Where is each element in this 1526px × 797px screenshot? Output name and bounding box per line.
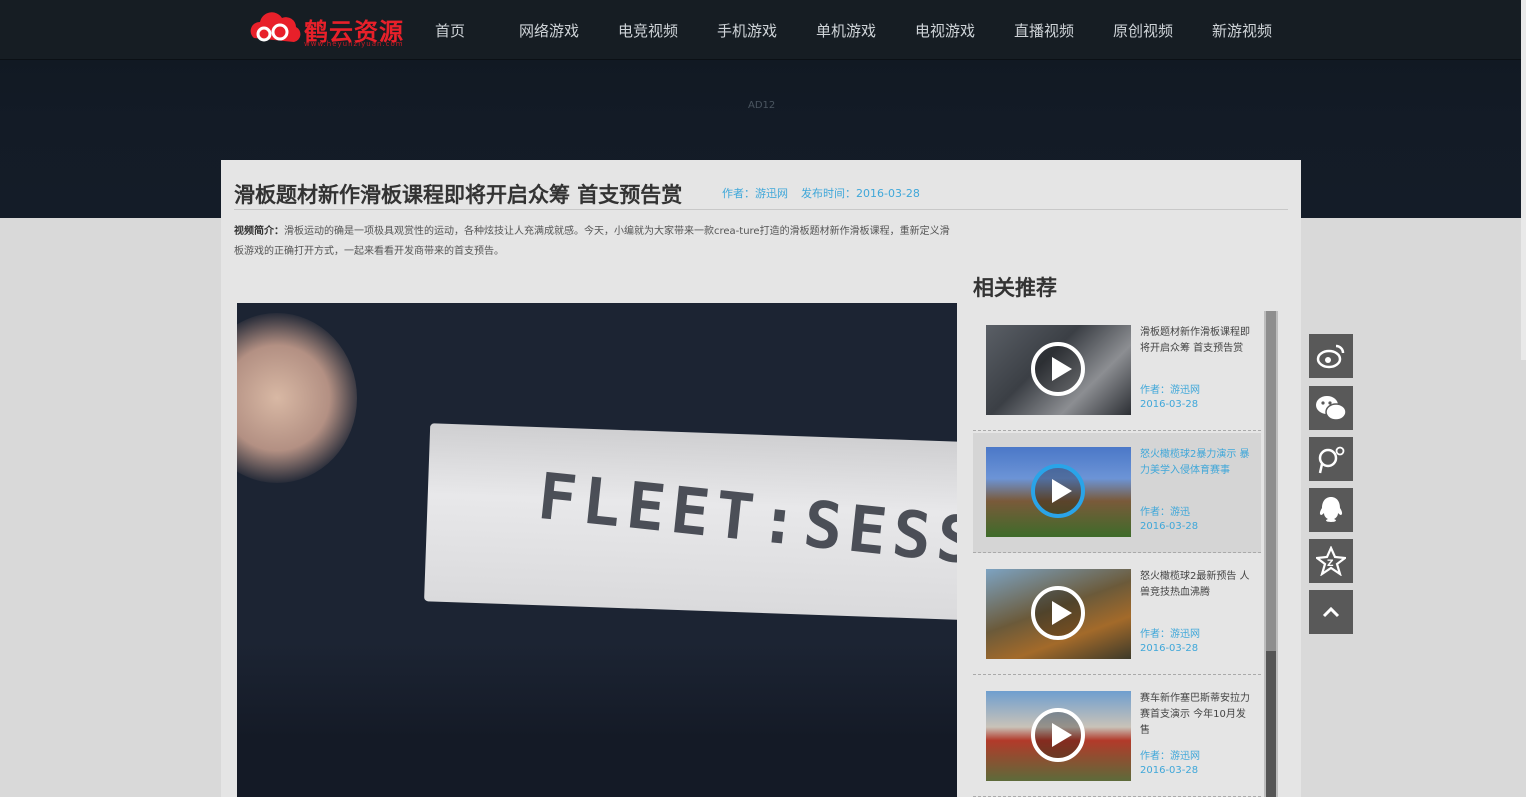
recommend-item-name[interactable]: 怒火橄榄球2暴力演示 暴力美学入侵体育赛事 [1140,447,1250,479]
wechat-icon [1316,396,1347,421]
weibo-icon [1316,344,1345,369]
recommend-item-date: 2016-03-28 [1140,765,1199,776]
recommend-list: 滑板题材新作滑板课程即将开启众筹 首支预告赏 作者：游迅网 2016-03-28… [973,311,1263,797]
qzone-icon: Z [1316,546,1346,576]
page-scrollbar[interactable] [1521,0,1526,360]
nav-live-video[interactable]: 直播视频 [1014,20,1074,41]
recommend-scroll-track-dark[interactable] [1266,651,1276,797]
recommend-thumbnail[interactable] [986,325,1131,415]
play-icon[interactable] [1031,708,1085,762]
recommend-item-date: 2016-03-28 [1140,399,1199,410]
intro-label: 视频简介： [234,226,284,237]
recommend-thumbnail[interactable] [986,447,1131,537]
play-icon[interactable] [1031,342,1085,396]
article-date: 发布时间：2016-03-28 [801,187,920,200]
nav-new-game-video[interactable]: 新游视频 [1212,20,1272,41]
recommend-item-author: 作者：游迅 [1140,507,1190,518]
recommend-item-name[interactable]: 赛车新作塞巴斯蒂安拉力赛首支演示 今年10月发售 [1140,691,1250,739]
video-intro: 视频简介：滑板运动的确是一项极具观赏性的运动，各种炫技让人充满成就感。今天，小编… [234,222,954,262]
nav-pc-games[interactable]: 单机游戏 [816,20,876,41]
nav-home[interactable]: 首页 [435,20,465,41]
recommend-title: 相关推荐 [973,276,1057,300]
back-to-top-button[interactable] [1309,590,1353,634]
video-player[interactable]: FLEET:SESS [237,303,957,797]
share-tencent-weibo-button[interactable] [1309,437,1353,481]
tencent-weibo-icon [1318,446,1345,474]
cloud-logo-icon [250,12,301,42]
recommend-item-author: 作者：游迅网 [1140,629,1200,640]
back-to-top-icon [1322,606,1340,618]
top-navbar: 鹤云资源 www.heyunziyuan.com 首页 网络游戏 电竞视频 手机… [0,0,1526,60]
recommend-item-author: 作者：游迅网 [1140,385,1200,396]
video-frame-blur [237,313,357,483]
recommend-item[interactable]: 赛车新作塞巴斯蒂安拉力赛首支演示 今年10月发售 作者：游迅网 2016-03-… [973,677,1261,797]
logo-subtext: www.heyunziyuan.com [304,40,404,48]
recommend-item-name[interactable]: 滑板题材新作滑板课程即将开启众筹 首支预告赏 [1140,325,1250,357]
nav-mobile-games[interactable]: 手机游戏 [717,20,777,41]
recommend-item[interactable]: 怒火橄榄球2暴力演示 暴力美学入侵体育赛事 作者：游迅 2016-03-28 [973,433,1261,553]
play-icon[interactable] [1031,464,1085,518]
recommend-scroll-thumb[interactable] [1266,311,1276,651]
recommend-thumbnail[interactable] [986,691,1131,781]
recommend-item-date: 2016-03-28 [1140,521,1199,532]
nav-esports-video[interactable]: 电竞视频 [618,20,678,41]
title-divider [234,209,1288,210]
share-wechat-button[interactable] [1309,386,1353,430]
recommend-item-author: 作者：游迅网 [1140,751,1200,762]
recommend-thumbnail[interactable] [986,569,1131,659]
recommend-item-date: 2016-03-28 [1140,643,1199,654]
share-qzone-button[interactable]: Z [1309,539,1353,583]
article-title: 滑板题材新作滑板课程即将开启众筹 首支预告赏 [234,183,683,207]
svg-text:Z: Z [1327,559,1334,569]
site-logo[interactable]: 鹤云资源 www.heyunziyuan.com [246,8,406,50]
nav-original-video[interactable]: 原创视频 [1113,20,1173,41]
recommend-item[interactable]: 滑板题材新作滑板课程即将开启众筹 首支预告赏 作者：游迅网 2016-03-28 [973,311,1261,431]
share-weibo-button[interactable] [1309,334,1353,378]
video-frame-shadow [237,643,957,797]
intro-text: 滑板运动的确是一项极具观赏性的运动，各种炫技让人充满成就感。今天，小编就为大家带… [234,226,950,257]
nav-console-games[interactable]: 电视游戏 [915,20,975,41]
recommend-item[interactable]: 怒火橄榄球2最新预告 人兽竞技热血沸腾 作者：游迅网 2016-03-28 [973,555,1261,675]
nav-online-games[interactable]: 网络游戏 [519,20,579,41]
article-author: 作者：游迅网 [722,187,788,200]
ad-placeholder[interactable]: AD12 [748,100,775,111]
play-icon[interactable] [1031,586,1085,640]
content-panel: 滑板题材新作滑板课程即将开启众筹 首支预告赏 作者：游迅网 发布时间：2016-… [221,160,1301,797]
qq-icon [1319,497,1343,522]
share-qq-button[interactable] [1309,488,1353,532]
recommend-item-name[interactable]: 怒火橄榄球2最新预告 人兽竞技热血沸腾 [1140,569,1250,601]
